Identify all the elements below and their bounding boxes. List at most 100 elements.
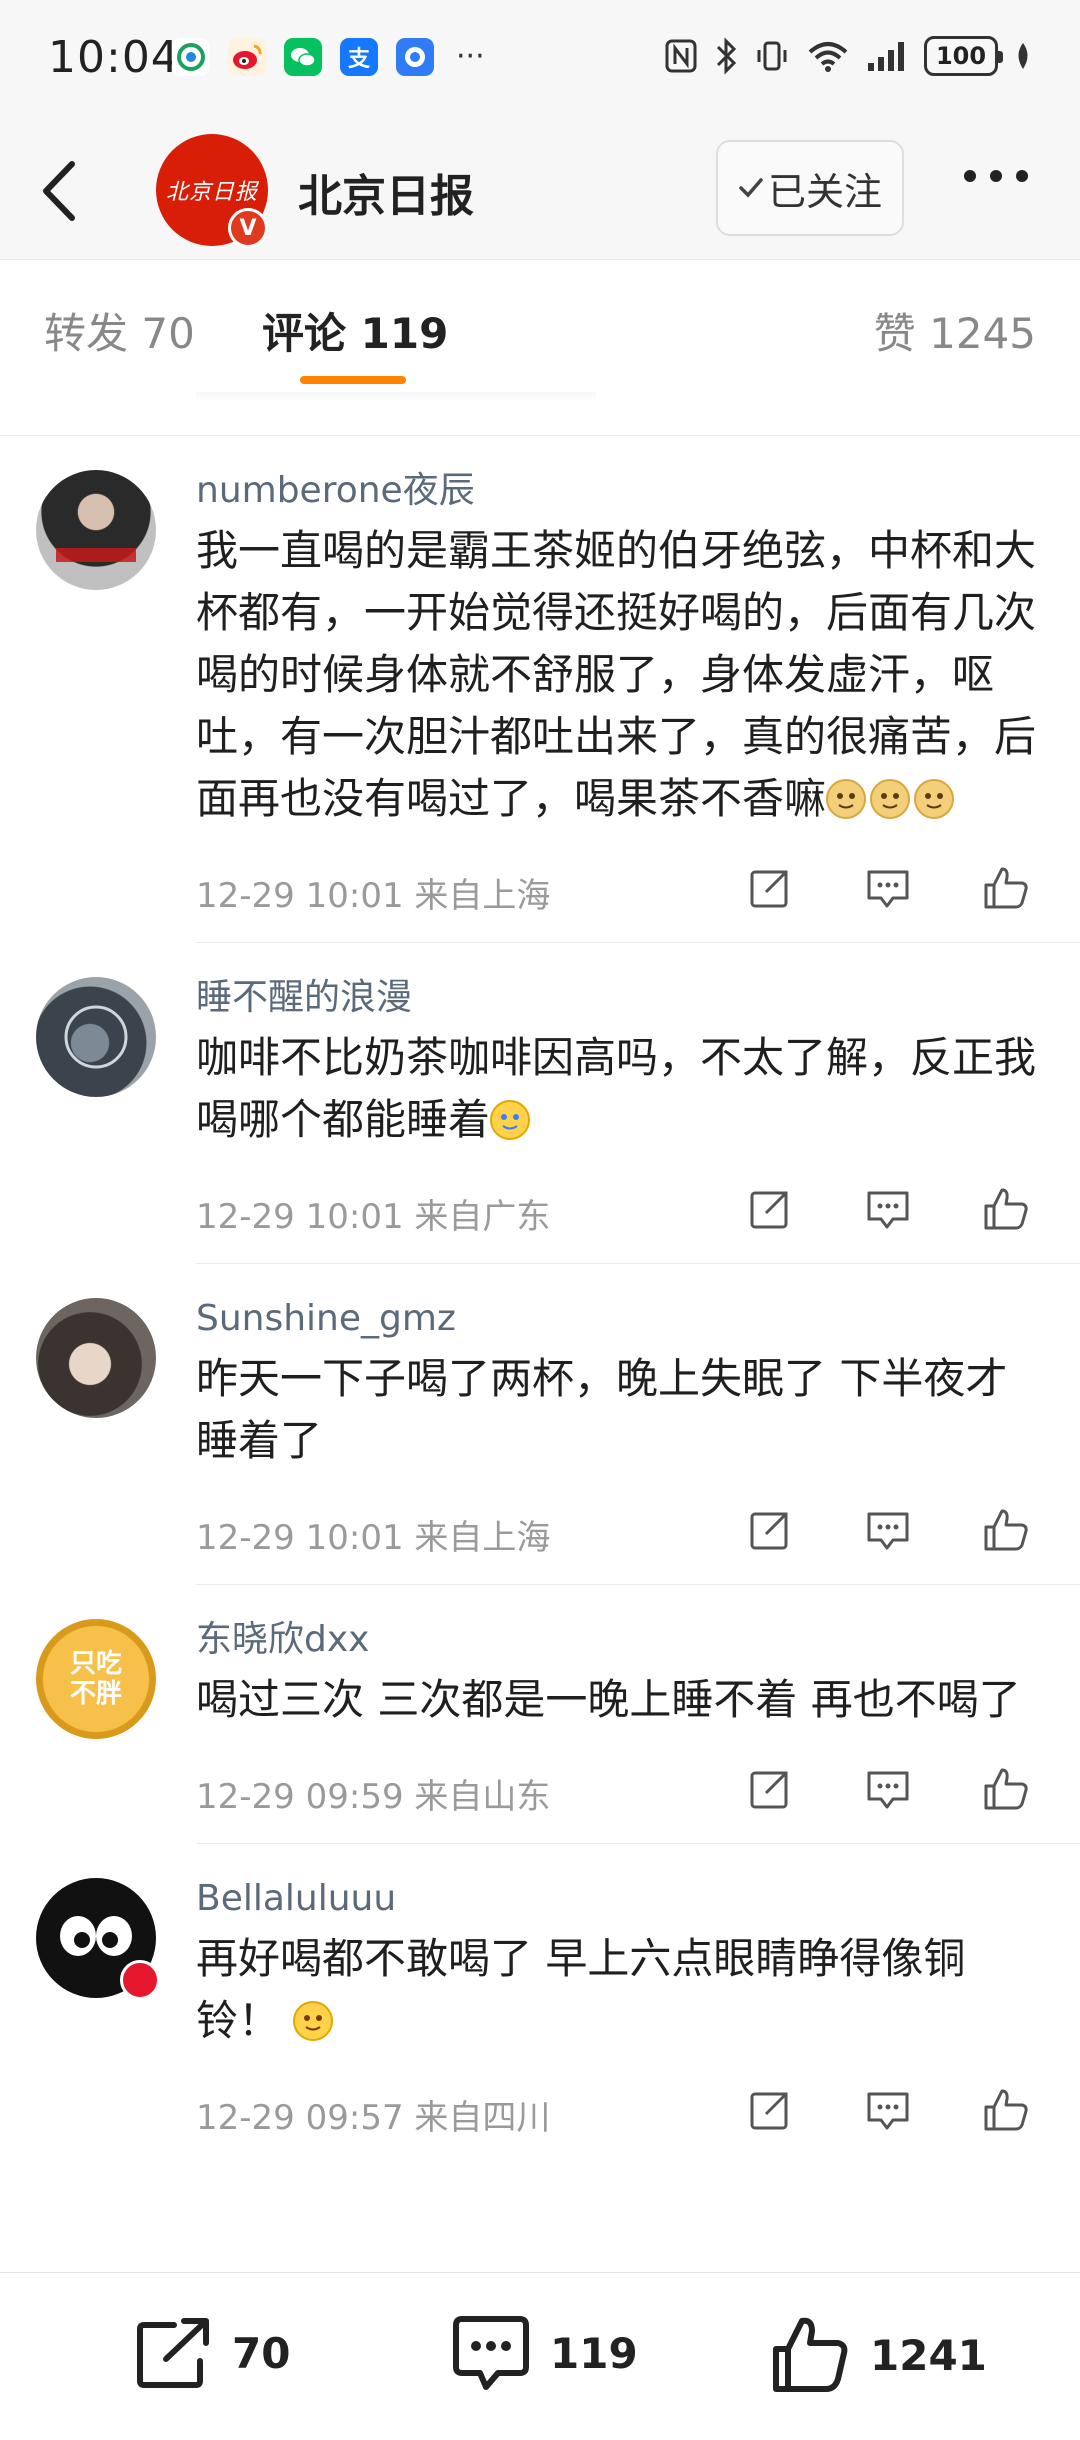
tongue-emoji-icon [293,1996,337,2045]
tab-reposts[interactable]: 转发 70 [44,300,195,361]
comment-text: 昨天一下子喝了两杯，晚上失眠了 下半夜才睡着了 [196,1354,1008,1465]
share-comment-icon[interactable] [744,862,796,914]
comment-location: 来自上海 [414,1518,551,1558]
top-nav-bar: 北京日报 V 北京日报 已关注 [0,120,1080,260]
comment-time-location: 12-29 10:01 来自上海 [196,868,550,917]
comment-item: Sunshine_gmz 昨天一下子喝了两杯，晚上失眠了 下半夜才睡着了 12-… [0,1264,1080,1585]
comment-meta: 12-29 09:59 来自山东 [196,1743,1044,1843]
comment-item: numberone夜辰 我一直喝的是霸王茶姬的伯牙绝弦，中杯和大杯都有，一开始觉… [0,436,1080,943]
account-name[interactable]: 北京日报 [298,160,474,224]
follow-label: 已关注 [767,169,882,214]
commenter-avatar[interactable] [36,1298,156,1418]
system-indicators: 100 [664,36,1032,76]
share-comment-icon[interactable] [744,1504,796,1556]
account-logo: 北京日报 [165,180,258,205]
wechat-icon [284,38,322,76]
comment-item: 只吃不胖 东晓欣dxx 喝过三次 三次都是一晚上睡不着 再也不喝了 12-29 … [0,1585,1080,1844]
like-button[interactable]: 1241 [770,2315,987,2395]
alipay-icon: 支 [340,38,378,76]
comment-time: 12-29 10:01 [196,1197,404,1237]
reply-comment-icon[interactable] [862,1504,914,1556]
notification-icons: 支 ··· [172,38,485,76]
tab-bar: 转发 70 评论 119 赞 1245 [0,260,1080,392]
checkmark-icon [739,178,763,198]
comment-location: 来自广东 [414,1197,551,1237]
commenter-avatar[interactable]: 只吃不胖 [36,1619,156,1739]
nfc-icon [664,38,698,74]
doge-emoji-icon [826,779,867,819]
bluetooth-icon [714,37,738,75]
comment-text: 咖啡不比奶茶咖啡因高吗，不太了解，反正我喝哪个都能睡着 [196,1027,1044,1151]
comment-time: 12-29 10:01 [196,1518,404,1558]
avatar-text: 只吃不胖 [69,1649,122,1709]
back-button[interactable] [36,156,96,226]
comment-item: Bellaluluuu 再好喝都不敢喝了 早上六点眼睛睁得像铜铃！ 12-29 … [0,1844,1080,2164]
comment-time-location: 12-29 09:57 来自四川 [196,2090,550,2139]
comment-icon [453,2316,529,2390]
active-tab-indicator [300,376,406,384]
comment-count: 119 [550,2328,638,2378]
like-icon [773,2317,848,2392]
comment-text: 喝过三次 三次都是一晚上睡不着 再也不喝了 [196,1675,1021,1724]
follow-button[interactable]: 已关注 [716,140,904,236]
doge-emoji-icon [914,779,955,819]
more-options-icon[interactable] [964,170,1028,182]
comment-time-location: 12-29 10:01 来自广东 [196,1189,550,1238]
commenter-name[interactable]: Sunshine_gmz [196,1294,1044,1344]
comment-time: 12-29 10:01 [196,876,404,916]
reply-comment-icon[interactable] [862,2084,914,2136]
repost-icon [137,2318,209,2388]
comment-list: numberone夜辰 我一直喝的是霸王茶姬的伯牙绝弦，中杯和大杯都有，一开始觉… [0,436,1080,2164]
commenter-name[interactable]: Bellaluluuu [196,1874,1044,1924]
like-comment-icon[interactable] [980,1504,1032,1556]
commenter-name[interactable]: numberone夜辰 [196,466,1044,516]
comment-text: 我一直喝的是霸王茶姬的伯牙绝弦，中杯和大杯都有，一开始觉得还挺好喝的，后面有几次… [196,520,1044,830]
vibrate-icon [754,38,790,74]
more-notifications-icon: ··· [456,39,485,74]
commenter-avatar[interactable] [36,470,156,590]
tongue-emoji-icon [293,2001,334,2041]
crying-emoji-icon [490,1095,534,1144]
share-comment-icon[interactable] [744,2084,796,2136]
like-count: 1241 [870,2330,987,2380]
wifi-icon [806,38,850,74]
like-comment-icon[interactable] [980,1183,1032,1235]
commenter-avatar[interactable] [36,1878,160,2000]
bottom-action-bar: 70 119 1241 [0,2272,1080,2440]
like-comment-icon[interactable] [980,2084,1032,2136]
comment-item: 睡不醒的浪漫 咖啡不比奶茶咖啡因高吗，不太了解，反正我喝哪个都能睡着 12-29… [0,943,1080,1264]
comment-meta: 12-29 10:01 来自上海 [196,842,1044,942]
comment-content: 咖啡不比奶茶咖啡因高吗，不太了解，反正我喝哪个都能睡着 [196,1033,1037,1144]
status-bar: 10:04 支 ··· 100 [0,0,1080,120]
member-badge-icon [120,1960,160,2000]
reply-comment-icon[interactable] [862,862,914,914]
comment-time: 12-29 09:57 [196,2098,404,2138]
reply-comment-icon[interactable] [862,1183,914,1235]
partial-comment-meta [196,392,596,404]
like-comment-icon[interactable] [980,1763,1032,1815]
repost-button[interactable]: 70 [134,2315,290,2391]
tab-comments[interactable]: 评论 119 [262,300,448,361]
clock: 10:04 [48,32,180,83]
commenter-avatar[interactable] [36,977,156,1097]
comment-button[interactable]: 119 [450,2315,638,2391]
commenter-name[interactable]: 东晓欣dxx [196,1615,1044,1665]
reply-comment-icon[interactable] [862,1763,914,1815]
comment-time-location: 12-29 09:59 来自山东 [196,1769,550,1818]
comment-location: 来自山东 [414,1777,551,1817]
crying-emoji-icon [490,1100,531,1140]
comment-time: 12-29 09:59 [196,1777,404,1817]
comment-meta: 12-29 10:01 来自广东 [196,1163,1044,1263]
commenter-name[interactable]: 睡不醒的浪漫 [196,973,1044,1023]
like-comment-icon[interactable] [980,862,1032,914]
share-comment-icon[interactable] [744,1183,796,1235]
share-comment-icon[interactable] [744,1763,796,1815]
doge-emoji-icon [826,774,958,823]
power-saving-leaf-icon [1014,41,1032,71]
comment-meta: 12-29 09:57 来自四川 [196,2064,1044,2164]
comment-location: 来自四川 [414,2098,551,2138]
mobile-carrier-icon [172,38,210,76]
tab-likes[interactable]: 赞 1245 [874,300,1036,361]
signal-icon [866,39,908,73]
repost-count: 70 [232,2328,291,2378]
